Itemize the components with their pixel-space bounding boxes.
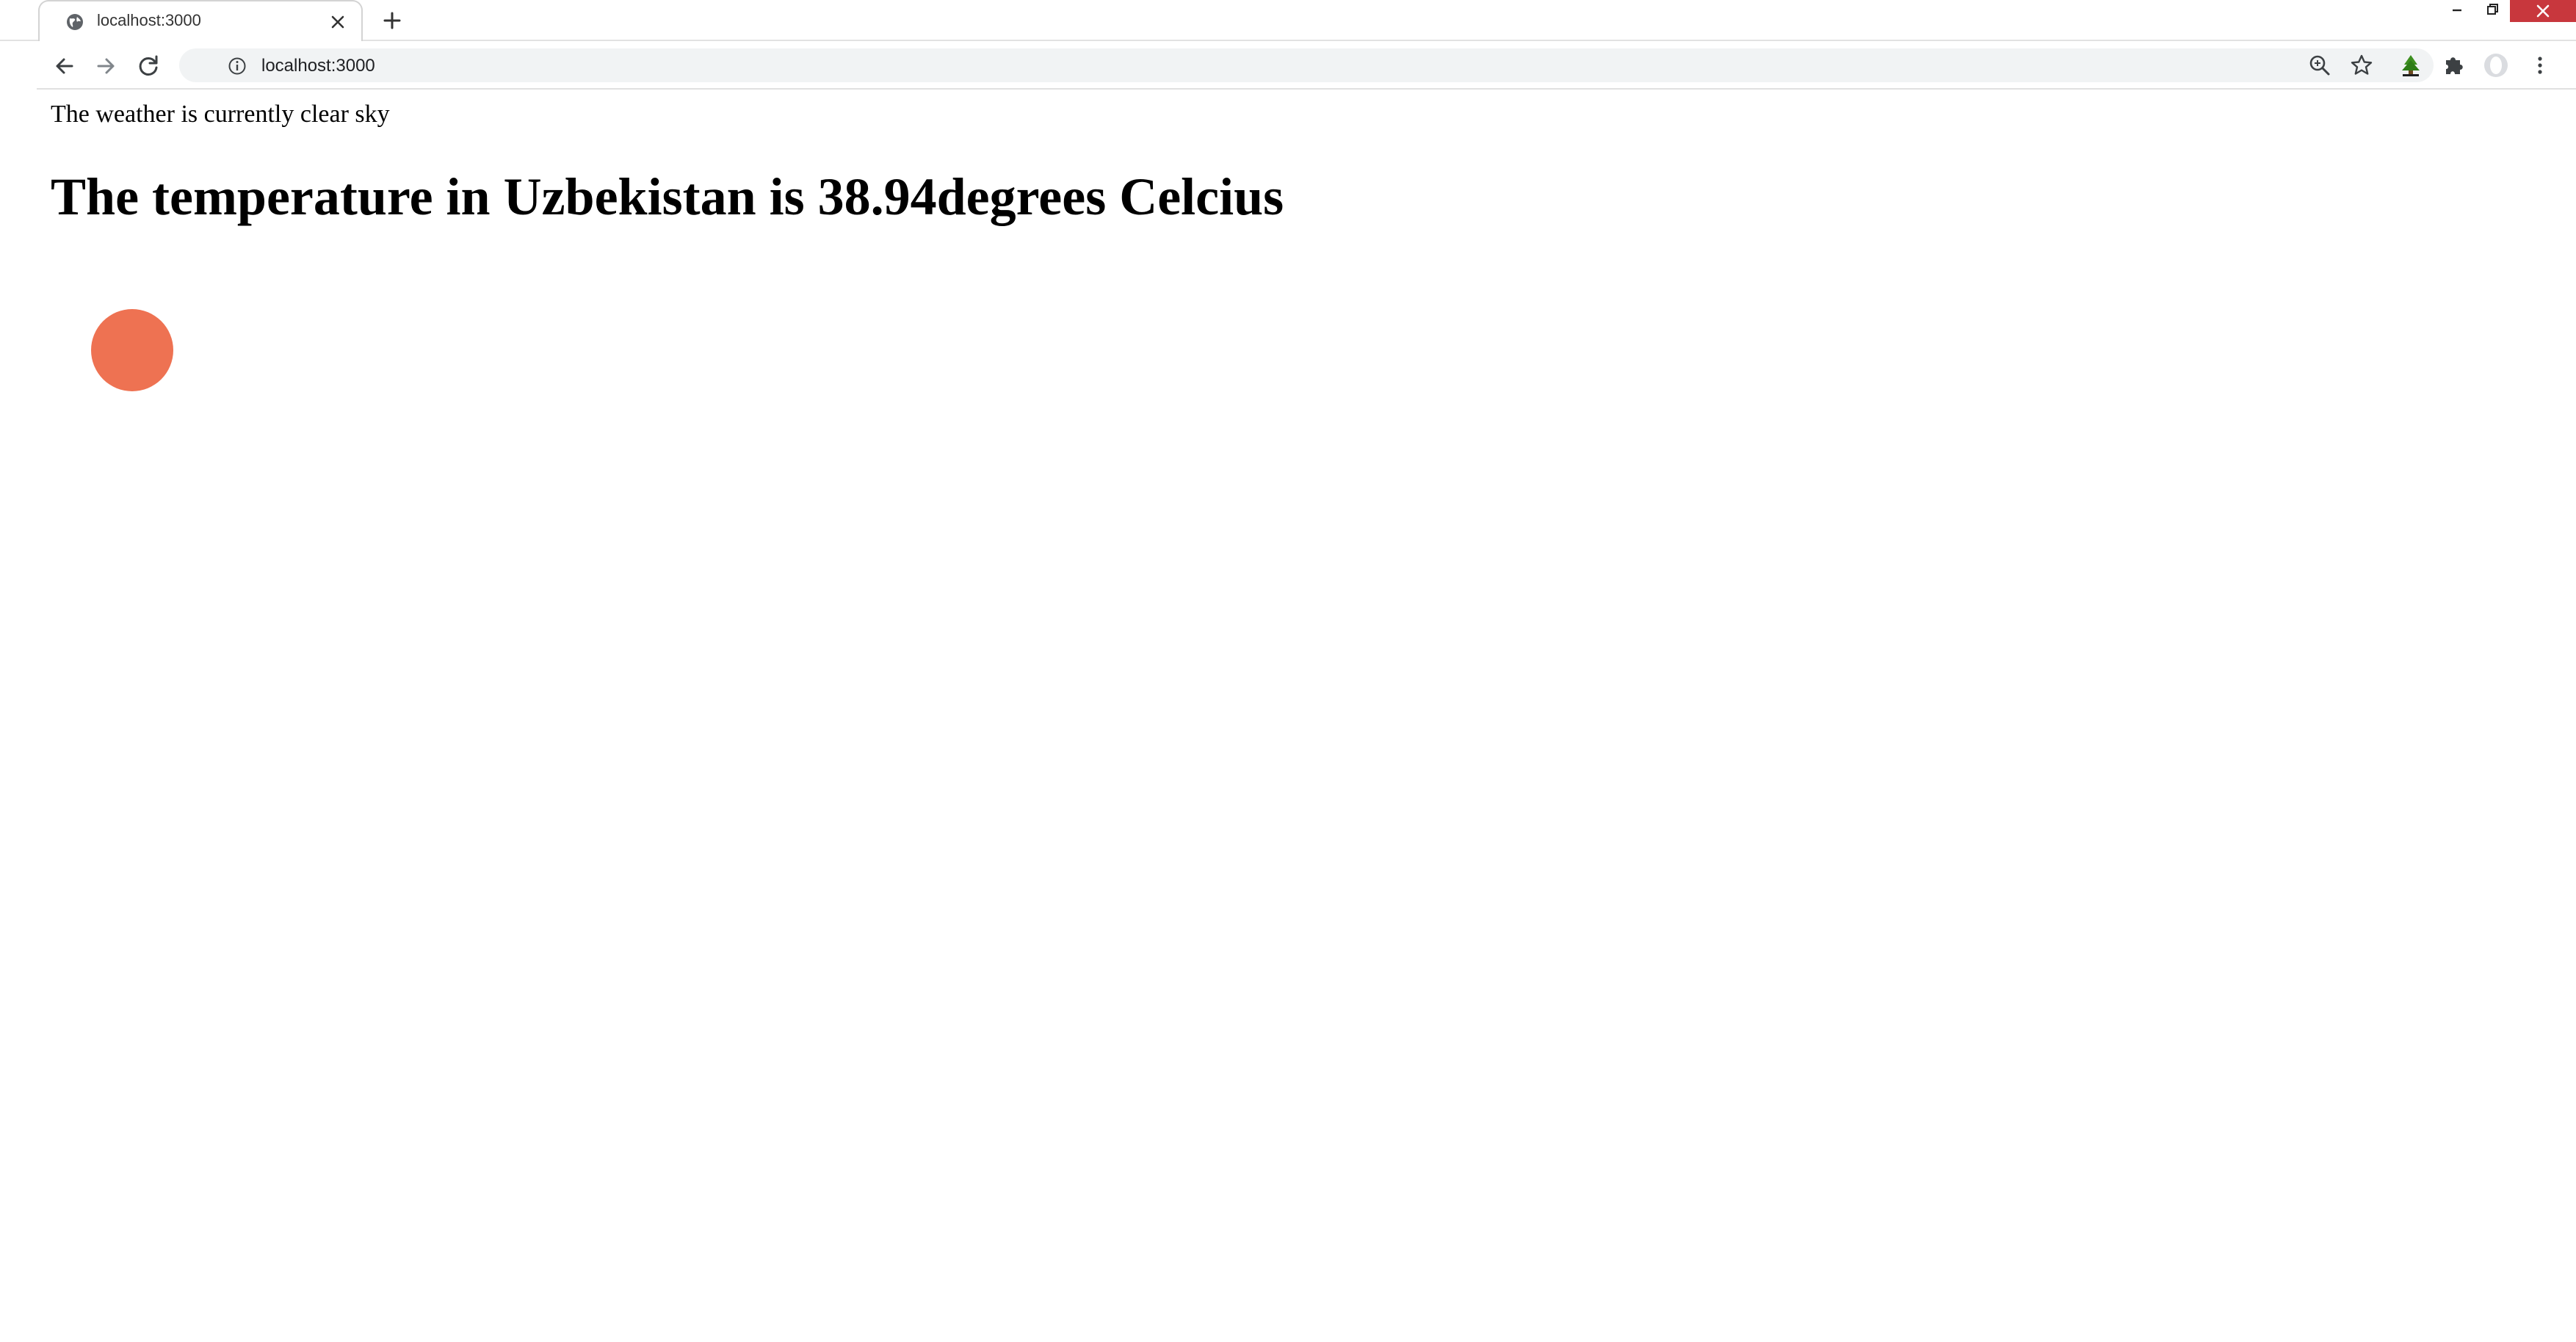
zoom-icon[interactable] (2306, 51, 2334, 79)
close-icon[interactable] (326, 10, 350, 34)
puzzle-icon[interactable] (2440, 51, 2468, 79)
tab-strip: localhost:3000 (0, 0, 2576, 41)
star-icon[interactable] (2348, 51, 2376, 79)
arrow-right-icon[interactable] (90, 50, 122, 82)
info-icon[interactable] (228, 57, 247, 76)
extension-tree-icon[interactable] (2397, 51, 2425, 79)
browser-toolbar: localhost:3000 (37, 41, 2576, 90)
temperature-heading: The temperature in Uzbekistan is 38.94de… (51, 167, 1284, 226)
weather-image (91, 309, 173, 391)
page-content: The weather is currently clear sky The t… (0, 90, 2576, 1342)
kebab-menu-icon[interactable] (2526, 51, 2554, 79)
arrow-left-icon[interactable] (48, 50, 81, 82)
address-bar[interactable]: localhost:3000 (179, 48, 2434, 82)
restore-icon[interactable] (2470, 0, 2514, 21)
plus-icon[interactable] (377, 6, 407, 35)
weather-description: The weather is currently clear sky (51, 101, 390, 128)
profile-avatar[interactable] (2482, 51, 2510, 79)
url-text: localhost:3000 (261, 56, 375, 76)
close-icon[interactable] (2510, 0, 2576, 22)
tab-title: localhost:3000 (97, 11, 201, 29)
browser-tab[interactable]: localhost:3000 (38, 0, 363, 41)
globe-icon (67, 14, 83, 30)
reload-icon[interactable] (132, 50, 164, 82)
